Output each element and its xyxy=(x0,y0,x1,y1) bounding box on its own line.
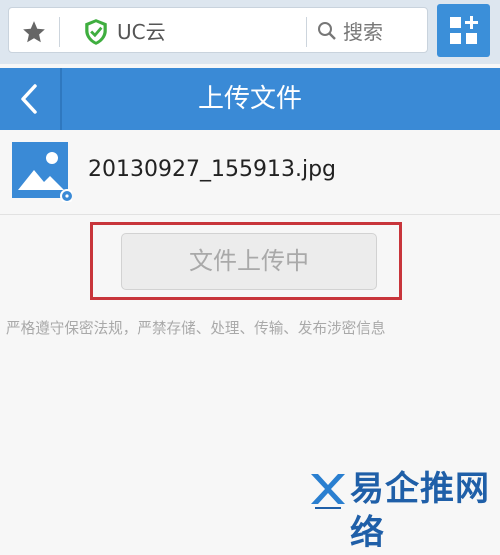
back-button[interactable] xyxy=(0,68,60,130)
toolbar-divider xyxy=(59,17,60,47)
x-logo-icon xyxy=(311,474,345,509)
grid-plus-icon xyxy=(450,16,478,44)
search-icon[interactable] xyxy=(316,20,338,42)
address-bar[interactable]: UC云 搜索 xyxy=(8,7,428,53)
address-text[interactable]: UC云 xyxy=(117,18,166,46)
file-name: 20130927_155913.jpg xyxy=(88,157,336,182)
image-icon xyxy=(12,142,72,202)
header-divider xyxy=(60,68,62,130)
menu-button[interactable] xyxy=(437,4,490,57)
watermark-text: 易企推网络 xyxy=(350,469,490,553)
browser-toolbar: UC云 搜索 xyxy=(0,0,500,64)
page-header: 上传文件 xyxy=(0,68,500,130)
star-icon[interactable] xyxy=(21,19,47,45)
security-notice: 严格遵守保密法规，严禁存储、处理、传输、发布涉密信息 xyxy=(6,320,386,337)
file-list-item[interactable]: 20130927_155913.jpg xyxy=(0,130,500,215)
chevron-left-icon xyxy=(21,84,37,114)
search-label[interactable]: 搜索 xyxy=(343,18,383,46)
upload-status-button[interactable]: 文件上传中 xyxy=(121,233,377,290)
shield-check-icon xyxy=(85,19,107,45)
page-title: 上传文件 xyxy=(197,84,302,114)
toolbar-divider xyxy=(306,17,307,47)
